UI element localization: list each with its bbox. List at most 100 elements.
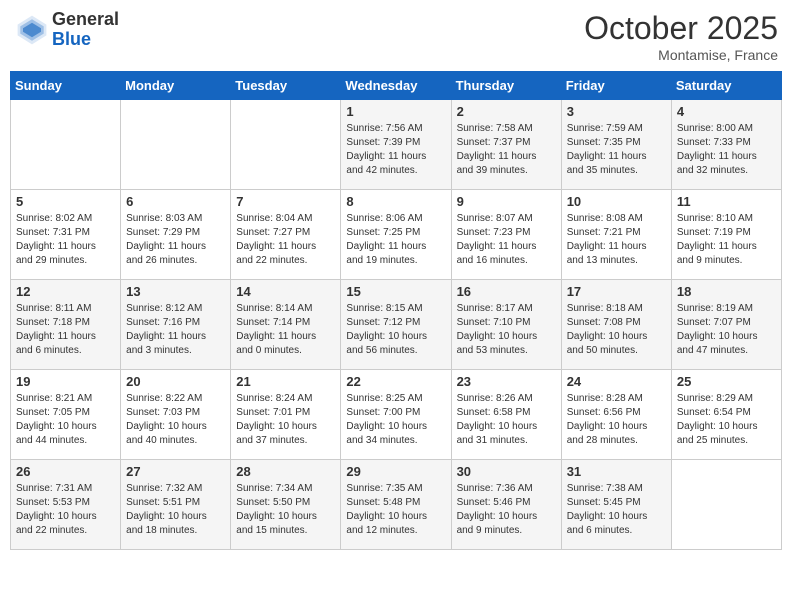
day-number: 26: [16, 464, 115, 479]
week-row-1: 1 Sunrise: 7:56 AMSunset: 7:39 PMDaylight…: [11, 100, 782, 190]
day-info: Sunrise: 8:24 AMSunset: 7:01 PMDaylight:…: [236, 392, 335, 448]
calendar-cell: 6 Sunrise: 8:03 AMSunset: 7:29 PMDaylight…: [121, 190, 231, 280]
logo: General Blue: [14, 10, 119, 50]
weekday-header-saturday: Saturday: [671, 72, 781, 100]
calendar-cell: 27 Sunrise: 7:32 AMSunset: 5:51 PMDayligh…: [121, 460, 231, 550]
calendar-cell: 13 Sunrise: 8:12 AMSunset: 7:16 PMDayligh…: [121, 280, 231, 370]
day-info: Sunrise: 7:56 AMSunset: 7:39 PMDaylight:…: [346, 122, 445, 178]
calendar-cell: 17 Sunrise: 8:18 AMSunset: 7:08 PMDayligh…: [561, 280, 671, 370]
calendar-cell: 7 Sunrise: 8:04 AMSunset: 7:27 PMDaylight…: [231, 190, 341, 280]
day-info: Sunrise: 7:36 AMSunset: 5:46 PMDaylight:…: [457, 482, 556, 538]
day-number: 19: [16, 374, 115, 389]
weekday-header-wednesday: Wednesday: [341, 72, 451, 100]
day-info: Sunrise: 8:07 AMSunset: 7:23 PMDaylight:…: [457, 212, 556, 268]
day-info: Sunrise: 8:18 AMSunset: 7:08 PMDaylight:…: [567, 302, 666, 358]
day-number: 5: [16, 194, 115, 209]
week-row-3: 12 Sunrise: 8:11 AMSunset: 7:18 PMDayligh…: [11, 280, 782, 370]
day-info: Sunrise: 7:34 AMSunset: 5:50 PMDaylight:…: [236, 482, 335, 538]
day-number: 23: [457, 374, 556, 389]
calendar-cell: 12 Sunrise: 8:11 AMSunset: 7:18 PMDayligh…: [11, 280, 121, 370]
week-row-4: 19 Sunrise: 8:21 AMSunset: 7:05 PMDayligh…: [11, 370, 782, 460]
day-info: Sunrise: 7:38 AMSunset: 5:45 PMDaylight:…: [567, 482, 666, 538]
calendar-cell: 19 Sunrise: 8:21 AMSunset: 7:05 PMDayligh…: [11, 370, 121, 460]
day-info: Sunrise: 8:29 AMSunset: 6:54 PMDaylight:…: [677, 392, 776, 448]
day-number: 4: [677, 104, 776, 119]
day-number: 24: [567, 374, 666, 389]
day-number: 3: [567, 104, 666, 119]
calendar-cell: 31Sunrise: 7:38 AMSunset: 5:45 PMDayligh…: [561, 460, 671, 550]
calendar-cell: [671, 460, 781, 550]
day-number: 17: [567, 284, 666, 299]
calendar-cell: 26 Sunrise: 7:31 AMSunset: 5:53 PMDayligh…: [11, 460, 121, 550]
day-number: 22: [346, 374, 445, 389]
logo-blue: Blue: [52, 30, 119, 50]
calendar-table: SundayMondayTuesdayWednesdayThursdayFrid…: [10, 71, 782, 550]
location-subtitle: Montamise, France: [584, 47, 778, 63]
day-info: Sunrise: 8:17 AMSunset: 7:10 PMDaylight:…: [457, 302, 556, 358]
calendar-cell: 1 Sunrise: 7:56 AMSunset: 7:39 PMDaylight…: [341, 100, 451, 190]
calendar-cell: 23 Sunrise: 8:26 AMSunset: 6:58 PMDayligh…: [451, 370, 561, 460]
calendar-cell: 22 Sunrise: 8:25 AMSunset: 7:00 PMDayligh…: [341, 370, 451, 460]
day-number: 20: [126, 374, 225, 389]
day-number: 21: [236, 374, 335, 389]
day-info: Sunrise: 8:03 AMSunset: 7:29 PMDaylight:…: [126, 212, 225, 268]
calendar-cell: 24Sunrise: 8:28 AMSunset: 6:56 PMDayligh…: [561, 370, 671, 460]
day-info: Sunrise: 8:26 AMSunset: 6:58 PMDaylight:…: [457, 392, 556, 448]
calendar-cell: 4 Sunrise: 8:00 AMSunset: 7:33 PMDaylight…: [671, 100, 781, 190]
weekday-header-friday: Friday: [561, 72, 671, 100]
day-number: 27: [126, 464, 225, 479]
day-info: Sunrise: 8:14 AMSunset: 7:14 PMDaylight:…: [236, 302, 335, 358]
logo-icon: [14, 12, 50, 48]
day-info: Sunrise: 8:11 AMSunset: 7:18 PMDaylight:…: [16, 302, 115, 358]
day-info: Sunrise: 7:35 AMSunset: 5:48 PMDaylight:…: [346, 482, 445, 538]
calendar-cell: 18 Sunrise: 8:19 AMSunset: 7:07 PMDayligh…: [671, 280, 781, 370]
calendar-cell: 11Sunrise: 8:10 AMSunset: 7:19 PMDayligh…: [671, 190, 781, 280]
day-info: Sunrise: 8:25 AMSunset: 7:00 PMDaylight:…: [346, 392, 445, 448]
day-number: 18: [677, 284, 776, 299]
calendar-cell: 20 Sunrise: 8:22 AMSunset: 7:03 PMDayligh…: [121, 370, 231, 460]
day-number: 28: [236, 464, 335, 479]
day-info: Sunrise: 7:58 AMSunset: 7:37 PMDaylight:…: [457, 122, 556, 178]
calendar-cell: 21 Sunrise: 8:24 AMSunset: 7:01 PMDayligh…: [231, 370, 341, 460]
page-header: General Blue October 2025 Montamise, Fra…: [10, 10, 782, 63]
day-number: 30: [457, 464, 556, 479]
day-info: Sunrise: 8:00 AMSunset: 7:33 PMDaylight:…: [677, 122, 776, 178]
day-number: 2: [457, 104, 556, 119]
calendar-cell: [121, 100, 231, 190]
weekday-header-monday: Monday: [121, 72, 231, 100]
day-number: 10: [567, 194, 666, 209]
week-row-2: 5Sunrise: 8:02 AMSunset: 7:31 PMDaylight…: [11, 190, 782, 280]
day-number: 25: [677, 374, 776, 389]
calendar-cell: 5Sunrise: 8:02 AMSunset: 7:31 PMDaylight…: [11, 190, 121, 280]
day-number: 6: [126, 194, 225, 209]
calendar-cell: 30 Sunrise: 7:36 AMSunset: 5:46 PMDayligh…: [451, 460, 561, 550]
calendar-cell: 14 Sunrise: 8:14 AMSunset: 7:14 PMDayligh…: [231, 280, 341, 370]
calendar-cell: [231, 100, 341, 190]
title-area: October 2025 Montamise, France: [584, 10, 778, 63]
day-number: 12: [16, 284, 115, 299]
day-number: 11: [677, 194, 776, 209]
calendar-cell: 25 Sunrise: 8:29 AMSunset: 6:54 PMDayligh…: [671, 370, 781, 460]
calendar-cell: 10Sunrise: 8:08 AMSunset: 7:21 PMDayligh…: [561, 190, 671, 280]
day-info: Sunrise: 7:59 AMSunset: 7:35 PMDaylight:…: [567, 122, 666, 178]
day-info: Sunrise: 8:04 AMSunset: 7:27 PMDaylight:…: [236, 212, 335, 268]
calendar-cell: 8Sunrise: 8:06 AMSunset: 7:25 PMDaylight…: [341, 190, 451, 280]
day-number: 8: [346, 194, 445, 209]
day-number: 9: [457, 194, 556, 209]
day-info: Sunrise: 8:22 AMSunset: 7:03 PMDaylight:…: [126, 392, 225, 448]
month-title: October 2025: [584, 10, 778, 47]
day-info: Sunrise: 7:32 AMSunset: 5:51 PMDaylight:…: [126, 482, 225, 538]
day-info: Sunrise: 7:31 AMSunset: 5:53 PMDaylight:…: [16, 482, 115, 538]
day-info: Sunrise: 8:19 AMSunset: 7:07 PMDaylight:…: [677, 302, 776, 358]
day-number: 14: [236, 284, 335, 299]
day-info: Sunrise: 8:21 AMSunset: 7:05 PMDaylight:…: [16, 392, 115, 448]
calendar-cell: 15Sunrise: 8:15 AMSunset: 7:12 PMDayligh…: [341, 280, 451, 370]
weekday-header-thursday: Thursday: [451, 72, 561, 100]
day-info: Sunrise: 8:15 AMSunset: 7:12 PMDaylight:…: [346, 302, 445, 358]
day-number: 13: [126, 284, 225, 299]
day-info: Sunrise: 8:12 AMSunset: 7:16 PMDaylight:…: [126, 302, 225, 358]
day-number: 29: [346, 464, 445, 479]
day-number: 7: [236, 194, 335, 209]
day-number: 1: [346, 104, 445, 119]
calendar-cell: [11, 100, 121, 190]
